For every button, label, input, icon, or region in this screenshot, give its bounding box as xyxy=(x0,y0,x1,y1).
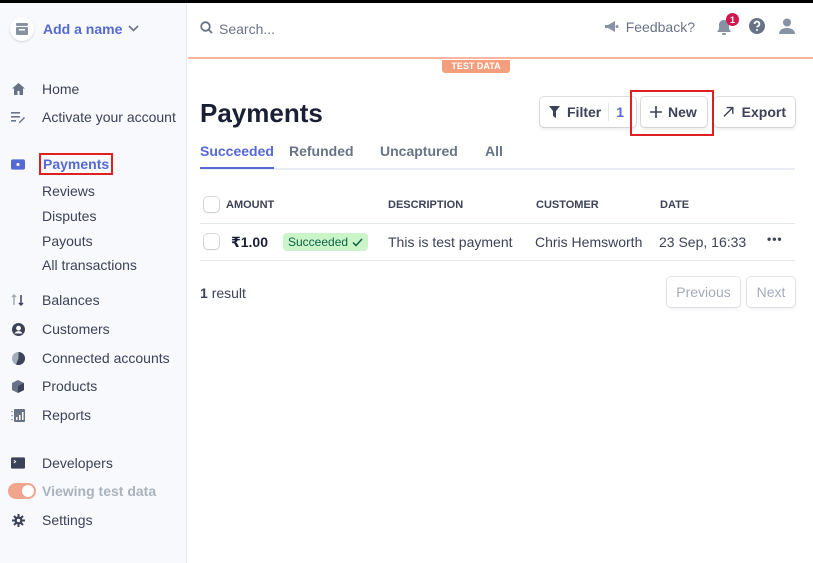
tab-uncaptured[interactable]: Uncaptured xyxy=(380,143,458,159)
sidebar-item-label: Balances xyxy=(42,292,100,308)
filter-count: 1 xyxy=(616,104,625,120)
search-input[interactable]: Search... xyxy=(200,21,275,37)
user-circle-icon xyxy=(11,322,25,336)
sidebar-item-label: Reports xyxy=(42,407,92,423)
tab-refunded[interactable]: Refunded xyxy=(289,143,354,159)
terminal-icon xyxy=(11,456,25,470)
megaphone-icon xyxy=(604,19,620,35)
notification-badge: 1 xyxy=(726,13,739,26)
tab-succeeded[interactable]: Succeeded xyxy=(200,143,274,169)
previous-page-button[interactable]: Previous xyxy=(667,277,740,307)
next-page-button[interactable]: Next xyxy=(747,277,795,307)
column-date[interactable]: DATE xyxy=(660,199,689,211)
payment-amount: ₹1.00 xyxy=(231,234,268,250)
select-all-checkbox[interactable] xyxy=(204,197,219,212)
sidebar-item-label: Connected accounts xyxy=(42,350,170,366)
highlight-box xyxy=(630,90,714,136)
tab-all[interactable]: All xyxy=(485,143,503,159)
sidebar-subitem-payouts[interactable]: Payouts xyxy=(42,233,93,249)
user-icon xyxy=(779,18,795,34)
notifications-button[interactable]: 1 xyxy=(717,13,739,37)
payment-customer: Chris Hemsworth xyxy=(535,234,643,250)
test-data-badge: TEST DATA xyxy=(442,60,510,73)
divider xyxy=(608,103,610,121)
sidebar-item-label: Home xyxy=(42,81,80,97)
chart-icon xyxy=(11,408,25,422)
export-button[interactable]: Export xyxy=(714,97,795,127)
payment-date: 23 Sep, 16:33 xyxy=(659,234,747,250)
sidebar: Add a name xyxy=(0,3,187,563)
edit-list-icon xyxy=(11,110,25,124)
help-icon xyxy=(749,17,765,34)
arrows-icon xyxy=(11,293,25,307)
arrow-up-right-icon xyxy=(723,106,734,117)
box-icon xyxy=(11,379,25,393)
row-divider xyxy=(200,223,795,224)
result-number: 1 xyxy=(200,285,208,301)
status-tabs: Succeeded Refunded Uncaptured All xyxy=(200,143,795,170)
row-checkbox[interactable] xyxy=(204,234,219,249)
column-amount[interactable]: AMOUNT xyxy=(226,199,274,211)
sidebar-subitem-disputes[interactable]: Disputes xyxy=(42,208,96,224)
sidebar-item-label: Products xyxy=(42,378,98,394)
chevron-down-icon xyxy=(128,23,139,35)
sidebar-item-label: Payments xyxy=(38,153,114,175)
status-badge: Succeeded xyxy=(283,233,369,251)
status-label: Succeeded xyxy=(288,235,349,249)
sidebar-item-label: Developers xyxy=(42,455,113,471)
sidebar-subitem-reviews[interactable]: Reviews xyxy=(42,183,95,199)
check-icon xyxy=(352,237,363,247)
search-placeholder: Search... xyxy=(219,21,276,37)
feedback-button[interactable]: Feedback? xyxy=(604,19,695,35)
export-label: Export xyxy=(741,104,786,120)
result-count: 1 result xyxy=(200,285,246,301)
page-title: Payments xyxy=(200,98,323,128)
pie-icon xyxy=(11,351,25,365)
filter-button[interactable]: Filter 1 xyxy=(540,97,636,127)
sidebar-item-label: Settings xyxy=(42,512,93,528)
account-name: Add a name xyxy=(43,21,123,37)
wallet-icon xyxy=(11,157,25,171)
filter-icon xyxy=(549,106,560,118)
help-button[interactable] xyxy=(749,17,765,37)
column-description[interactable]: DESCRIPTION xyxy=(388,199,463,211)
sidebar-item-label: Activate your account xyxy=(42,109,176,125)
sidebar-item-label: Customers xyxy=(42,321,110,337)
gear-icon xyxy=(11,513,25,527)
feedback-label: Feedback? xyxy=(625,19,695,35)
account-switcher[interactable]: Add a name xyxy=(10,17,139,41)
profile-button[interactable] xyxy=(779,18,795,37)
more-actions-icon[interactable]: ••• xyxy=(767,232,783,246)
filter-label: Filter xyxy=(567,104,602,120)
column-customer[interactable]: CUSTOMER xyxy=(536,199,599,211)
test-mode-toggle[interactable] xyxy=(8,483,36,499)
row-divider xyxy=(200,260,795,261)
result-label: result xyxy=(211,285,246,301)
sidebar-subitem-all-transactions[interactable]: All transactions xyxy=(42,257,137,273)
sidebar-item-label: Viewing test data xyxy=(42,483,157,499)
top-header: Search... Feedback? 1 xyxy=(188,3,813,59)
payment-description: This is test payment xyxy=(388,234,513,250)
home-icon xyxy=(11,82,25,96)
store-icon xyxy=(10,17,34,41)
search-icon xyxy=(200,21,213,37)
